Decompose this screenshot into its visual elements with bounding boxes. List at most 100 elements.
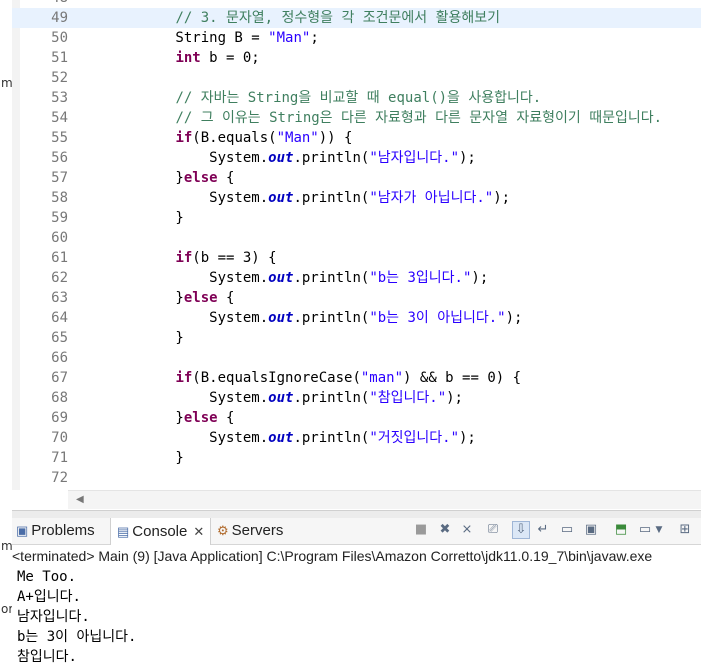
remove-launch-icon[interactable]: ✖ <box>436 521 454 539</box>
code-line: 59 } <box>12 208 701 228</box>
code-line: 60 <box>12 228 701 248</box>
code-token: "Man" <box>276 130 319 146</box>
code-token: } <box>108 170 184 186</box>
code-token: ); <box>459 150 476 166</box>
code-line: 69 }else { <box>12 408 701 428</box>
code-token: ) && b == 0) { <box>403 370 522 386</box>
display-console-icon[interactable]: ▭ <box>636 521 654 539</box>
line-number: 48 <box>20 0 68 8</box>
code-line: 58 System.out.println("남자가 아닙니다."); <box>12 188 701 208</box>
code-token: .println( <box>293 310 370 326</box>
code-text: int b = 0; <box>108 48 259 68</box>
code-token: { <box>217 410 235 426</box>
code-text: System.out.println("남자입니다."); <box>108 148 476 168</box>
console-icon: ▤ <box>117 523 130 539</box>
code-text: if(B.equalsIgnoreCase("man") && b == 0) … <box>108 368 521 388</box>
close-icon[interactable]: ✕ <box>193 519 204 545</box>
code-line: 66 <box>12 348 701 368</box>
show-on-error-icon[interactable]: ▣ <box>582 521 600 539</box>
code-text: } <box>108 448 183 468</box>
code-text: // 자바는 String을 비교할 때 equal()을 사용합니다. <box>108 88 541 108</box>
code-token: // 자바는 String을 비교할 때 equal()을 사용합니다. <box>175 90 542 106</box>
terminate-icon[interactable]: ■ <box>412 521 430 539</box>
code-token: out <box>268 310 294 326</box>
console-output[interactable]: Me Too. A+입니다. 남자입니다. b는 3이 아닙니다. 참입니다. <box>12 567 701 668</box>
code-line: 50 String B = "Man"; <box>12 28 701 48</box>
code-token: "b는 3입니다." <box>369 270 472 286</box>
code-token: .println( <box>293 270 370 286</box>
tab-problems[interactable]: ▣ Problems <box>16 518 95 544</box>
truncated-text: m <box>1 539 13 553</box>
code-token: out <box>268 190 294 206</box>
console-line: A+입니다. <box>17 589 81 605</box>
tab-console[interactable]: ▤ Console ✕ <box>110 518 212 545</box>
horizontal-scrollbar[interactable]: ◀ <box>68 490 701 509</box>
code-editor[interactable]: 4849 // 3. 문자열, 정수형을 각 조건문에서 활용해보기50 Str… <box>12 0 701 510</box>
code-token: out <box>268 390 294 406</box>
line-number: 68 <box>51 390 68 406</box>
code-line: 49 // 3. 문자열, 정수형을 각 조건문에서 활용해보기 <box>12 8 701 28</box>
line-number: 71 <box>51 450 68 466</box>
code-token: ); <box>471 270 489 286</box>
code-token: ); <box>493 190 511 206</box>
console-line: 남자입니다. <box>17 609 90 625</box>
code-token: (b == 3) { <box>192 250 277 266</box>
line-number: 72 <box>51 470 68 486</box>
code-token: int <box>175 50 201 66</box>
line-number: 55 <box>51 130 68 146</box>
code-token: System. <box>108 150 269 166</box>
code-line: 56 System.out.println("남자입니다."); <box>12 148 701 168</box>
code-line: 54 // 그 이유는 String은 다른 자료형과 다른 문자열 자료형이기… <box>12 108 701 128</box>
code-text: }else { <box>108 168 234 188</box>
tab-console-label: Console <box>132 522 188 540</box>
code-text: // 그 이유는 String은 다른 자료형과 다른 문자열 자료형이기 때문… <box>108 108 662 128</box>
code-line: 48 <box>12 0 701 8</box>
remove-all-terminated-icon[interactable]: ⨯ <box>458 521 476 539</box>
scroll-left-icon[interactable]: ◀ <box>76 494 84 505</box>
scroll-lock-icon[interactable]: ⇩ <box>512 521 530 539</box>
code-text: }else { <box>108 408 234 428</box>
tab-problems-label: Problems <box>31 522 95 539</box>
code-line: 53 // 자바는 String을 비교할 때 equal()을 사용합니다. <box>12 88 701 108</box>
code-token: "남자가 아닙니다." <box>369 190 494 206</box>
line-number: 62 <box>51 270 68 286</box>
code-token: (B.equalsIgnoreCase( <box>192 370 361 386</box>
code-line: 68 System.out.println("참입니다."); <box>12 388 701 408</box>
code-token: .println( <box>293 190 370 206</box>
code-token: "Man" <box>268 30 311 46</box>
code-token: (B.equals( <box>192 130 277 146</box>
servers-icon: ⚙ <box>217 523 229 538</box>
code-line: 67 if(B.equalsIgnoreCase("man") && b == … <box>12 368 701 388</box>
line-number: 52 <box>51 70 68 86</box>
line-number: 49 <box>51 10 68 26</box>
code-token: )) { <box>318 130 353 146</box>
code-line: 51 int b = 0; <box>12 48 701 68</box>
code-token: else <box>183 290 218 306</box>
code-line: 63 }else { <box>12 288 701 308</box>
code-text: System.out.println("남자가 아닙니다."); <box>108 188 510 208</box>
chevron-down-icon[interactable]: ▼ <box>654 521 664 539</box>
pin-console-icon[interactable]: ⬒ <box>612 521 630 539</box>
code-text: System.out.println("거짓입니다."); <box>108 428 476 448</box>
tab-servers[interactable]: ⚙ Servers <box>217 518 283 544</box>
problems-icon: ▣ <box>16 523 29 538</box>
code-text: if(B.equals("Man")) { <box>108 128 352 148</box>
line-number: 50 <box>51 30 68 46</box>
word-wrap-icon[interactable]: ↵ <box>534 521 552 539</box>
code-token: System. <box>108 310 269 326</box>
line-number: 61 <box>51 250 68 266</box>
show-on-output-icon[interactable]: ▭ <box>558 521 576 539</box>
code-token: { <box>217 290 235 306</box>
line-number: 59 <box>51 210 68 226</box>
console-line: 참입니다. <box>17 649 77 665</box>
code-token: out <box>268 430 294 446</box>
code-token: out <box>268 270 294 286</box>
code-token: if <box>175 370 193 386</box>
code-token: if <box>175 250 193 266</box>
new-console-icon[interactable]: ⊞ <box>676 521 694 539</box>
code-token: else <box>183 410 218 426</box>
clear-console-icon[interactable]: ⎚ <box>484 521 502 539</box>
